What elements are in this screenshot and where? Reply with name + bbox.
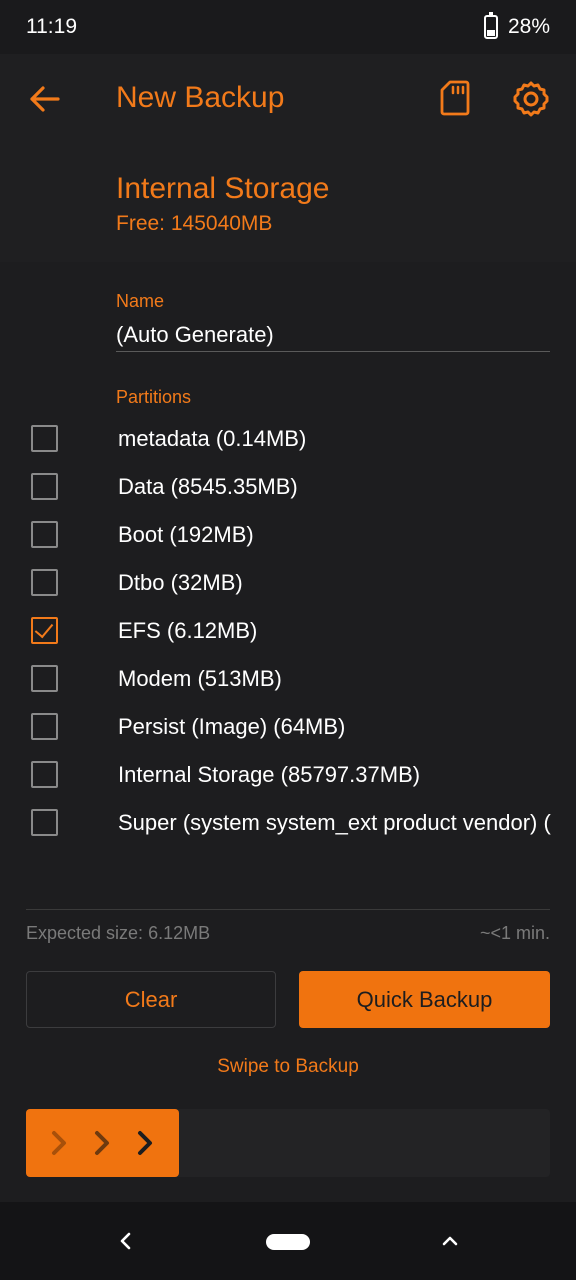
partition-label: EFS (6.12MB) bbox=[118, 618, 258, 643]
chevron-right-icon bbox=[52, 1131, 66, 1155]
nav-home-pill[interactable] bbox=[266, 1234, 310, 1250]
backup-options: Name (Auto Generate) Partitions metadata… bbox=[0, 262, 576, 1202]
chevron-right-icon bbox=[138, 1131, 152, 1155]
divider bbox=[26, 909, 550, 910]
partition-checkbox[interactable] bbox=[31, 569, 58, 596]
expected-size: Expected size: 6.12MB bbox=[26, 923, 211, 943]
name-field[interactable]: (Auto Generate) bbox=[116, 322, 274, 348]
partition-label: metadata (0.14MB) bbox=[118, 426, 307, 451]
swipe-to-backup-label: Swipe to Backup bbox=[217, 1056, 359, 1077]
storage-name: Internal Storage bbox=[116, 172, 330, 205]
partition-item[interactable]: Dtbo (32MB) bbox=[0, 569, 576, 617]
partition-checkbox[interactable] bbox=[31, 425, 58, 452]
partition-item[interactable]: Internal Storage (85797.37MB) bbox=[0, 761, 576, 809]
chevron-up-icon[interactable] bbox=[440, 1234, 460, 1248]
partition-label: Super (system system_ext product vendor)… bbox=[118, 810, 551, 835]
battery-indicator: 28% bbox=[483, 12, 550, 39]
partition-label: Internal Storage (85797.37MB) bbox=[118, 762, 421, 787]
partition-item[interactable]: EFS (6.12MB) bbox=[0, 617, 576, 665]
swipe-handle[interactable] bbox=[26, 1109, 179, 1177]
partition-checkbox[interactable] bbox=[31, 809, 58, 836]
storage-selector[interactable]: Internal Storage Free: 145040MB bbox=[0, 144, 576, 262]
clear-button[interactable]: Clear bbox=[26, 971, 276, 1028]
partition-label: Dtbo (32MB) bbox=[118, 570, 243, 595]
page-title: New Backup bbox=[116, 81, 285, 114]
partition-label: Modem (513MB) bbox=[118, 666, 282, 691]
nav-back-icon[interactable] bbox=[118, 1230, 134, 1252]
back-arrow-icon[interactable] bbox=[28, 78, 62, 120]
partition-item[interactable]: Persist (Image) (64MB) bbox=[0, 713, 576, 761]
partition-item[interactable]: Super (system system_ext product vendor)… bbox=[0, 809, 576, 857]
battery-icon bbox=[483, 12, 498, 39]
partitions-label: Partitions bbox=[116, 387, 192, 407]
partition-item[interactable]: metadata (0.14MB) bbox=[0, 425, 576, 473]
gear-icon[interactable] bbox=[512, 80, 550, 118]
partition-item[interactable]: Boot (192MB) bbox=[0, 521, 576, 569]
system-nav-bar bbox=[0, 1202, 576, 1280]
partition-checkbox[interactable] bbox=[31, 761, 58, 788]
partition-checkbox[interactable] bbox=[31, 713, 58, 740]
name-field-underline bbox=[116, 351, 550, 352]
partition-label: Boot (192MB) bbox=[118, 522, 254, 547]
app-bar: New Backup bbox=[0, 54, 576, 144]
expected-time: ~<1 min. bbox=[479, 923, 550, 943]
partition-checkbox[interactable] bbox=[31, 617, 58, 644]
chevron-right-icon bbox=[95, 1131, 109, 1155]
partition-checkbox[interactable] bbox=[31, 521, 58, 548]
partition-checkbox[interactable] bbox=[31, 665, 58, 692]
partition-item[interactable]: Modem (513MB) bbox=[0, 665, 576, 713]
storage-free-space: Free: 145040MB bbox=[116, 212, 273, 235]
partition-item[interactable]: Data (8545.35MB) bbox=[0, 473, 576, 521]
partition-label: Persist (Image) (64MB) bbox=[118, 714, 346, 739]
status-bar: 11:19 28% bbox=[0, 0, 576, 54]
status-time: 11:19 bbox=[26, 15, 77, 38]
battery-percent: 28% bbox=[507, 15, 550, 38]
partition-checkbox[interactable] bbox=[31, 473, 58, 500]
name-label: Name bbox=[116, 291, 165, 311]
sd-card-icon[interactable] bbox=[440, 80, 470, 116]
quick-backup-button[interactable]: Quick Backup bbox=[299, 971, 550, 1028]
partition-label: Data (8545.35MB) bbox=[118, 474, 298, 499]
